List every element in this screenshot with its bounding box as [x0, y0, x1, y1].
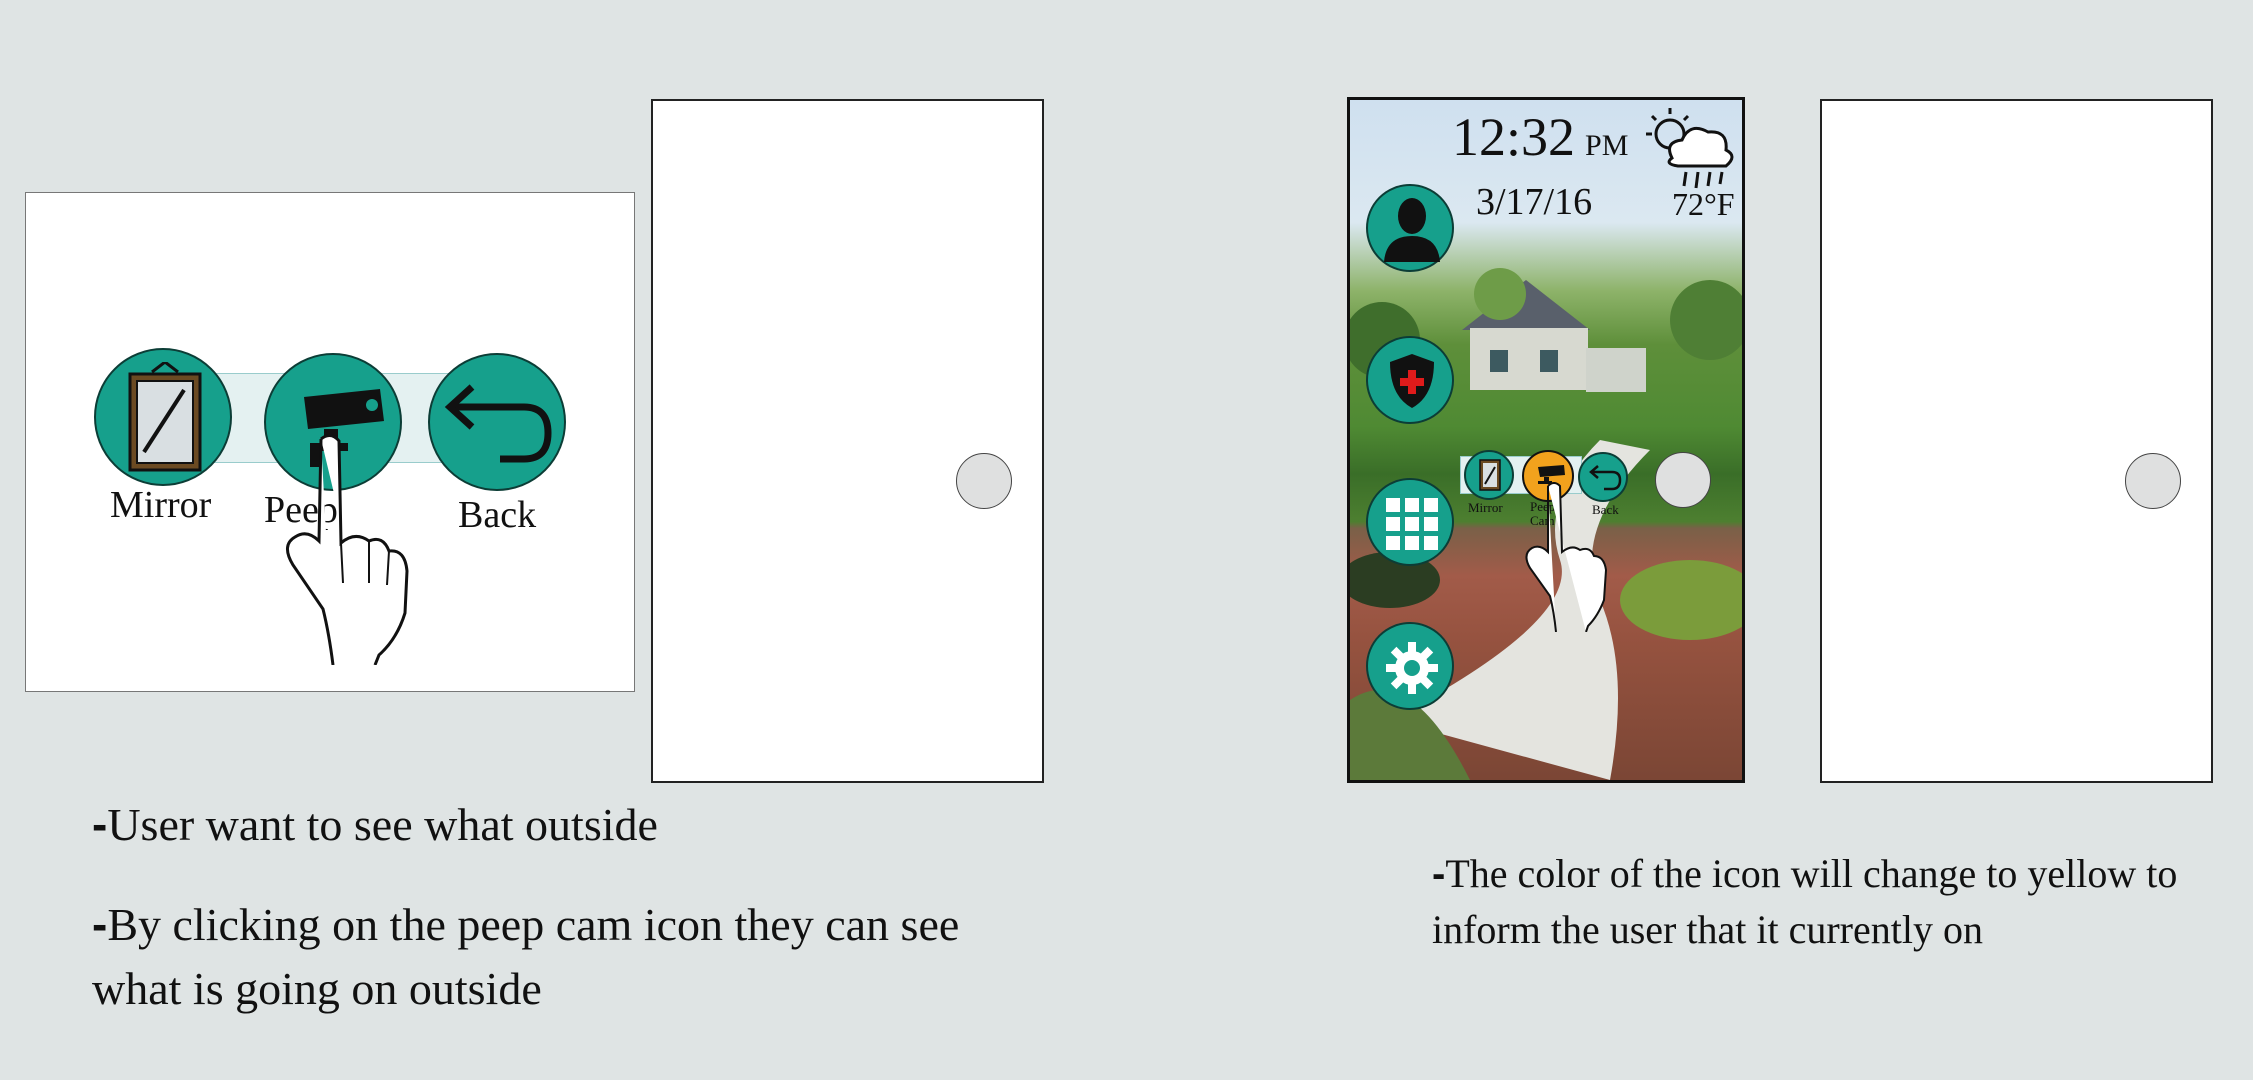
smart-door-screen: 12:32 PM 3/17/16 72°F Mirror Peep Cam Ba… — [1347, 97, 1745, 783]
mirror-button[interactable] — [94, 348, 232, 486]
grid-icon — [1386, 498, 1438, 550]
gear-icon — [1386, 642, 1438, 694]
temperature: 72°F — [1672, 186, 1735, 222]
weather-rain-sun-icon — [1646, 108, 1734, 189]
caption-left-1: -User want to see what outside — [92, 798, 658, 850]
user-profile-button[interactable] — [1366, 184, 1454, 272]
door-right — [1820, 99, 2213, 783]
clock-time: 12:32 PM — [1452, 107, 1629, 167]
mini-pointing-hand-icon — [1525, 482, 1608, 632]
pointing-hand-icon — [286, 434, 409, 665]
user-silhouette-icon — [1384, 198, 1440, 262]
mini-mirror-icon — [1479, 459, 1501, 491]
shield-cross-icon — [1390, 354, 1434, 408]
door-knob-left[interactable] — [956, 453, 1012, 509]
date: 3/17/16 — [1476, 181, 1593, 223]
apps-grid-button[interactable] — [1366, 478, 1454, 566]
clock-ampm: PM — [1585, 129, 1629, 162]
door-knob-right[interactable] — [2125, 453, 2181, 509]
settings-button[interactable] — [1366, 622, 1454, 710]
mirror-label: Mirror — [110, 484, 212, 526]
door-left — [651, 99, 1044, 783]
mini-mirror-button[interactable] — [1464, 450, 1514, 500]
back-arrow-icon — [444, 384, 552, 463]
mini-mirror-label: Mirror — [1468, 500, 1503, 515]
door-knob-screen[interactable] — [1655, 452, 1711, 508]
mirror-icon — [128, 362, 202, 472]
zoomed-menu-panel: Mirror Peep Back — [25, 192, 635, 692]
back-label: Back — [458, 494, 537, 536]
caption-left-2: -By clicking on the peep cam icon they c… — [92, 898, 960, 1014]
caption-right-1: -The color of the icon will change to ye… — [1432, 851, 2178, 952]
security-button[interactable] — [1366, 336, 1454, 424]
back-button[interactable] — [428, 353, 566, 491]
